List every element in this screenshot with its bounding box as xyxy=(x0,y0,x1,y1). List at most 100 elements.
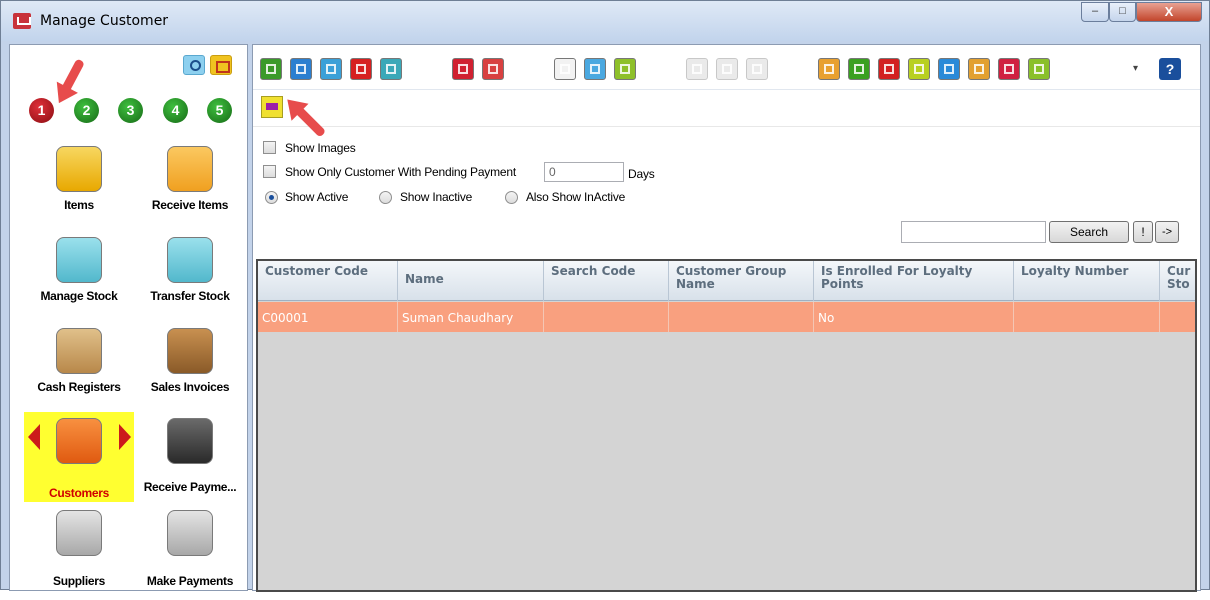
filter-panel: Show Images Show Only Customer With Pend… xyxy=(253,129,1200,259)
column-header[interactable]: Cur Sto xyxy=(1160,261,1195,301)
table-cell xyxy=(1014,302,1160,332)
magnifier-icon xyxy=(326,64,336,74)
nav-sales-invoices[interactable]: Sales Invoices xyxy=(135,328,245,418)
card-view-button[interactable] xyxy=(482,58,504,80)
delete-button[interactable] xyxy=(350,58,372,80)
nav-manage-stock[interactable]: Manage Stock xyxy=(24,237,134,327)
help-button[interactable]: ? xyxy=(1159,58,1181,80)
transfer-icon xyxy=(167,237,213,283)
column-header[interactable]: Search Code xyxy=(544,261,669,301)
column-header[interactable]: Name xyxy=(398,261,544,301)
page-4-button[interactable]: 4 xyxy=(163,98,188,123)
list-icon[interactable] xyxy=(210,55,232,75)
card-add-icon xyxy=(458,64,468,74)
table-row[interactable]: C00001 Suman Chaudhary No xyxy=(258,302,1195,332)
page-5-button[interactable]: 5 xyxy=(207,98,232,123)
column-header[interactable]: Customer Group Name xyxy=(669,261,814,301)
sidebar: 1 2 3 4 5 Items Receive Items Manage Sto… xyxy=(9,44,248,591)
report-2-button[interactable] xyxy=(848,58,870,80)
show-inactive-label: Show Inactive xyxy=(400,190,473,204)
show-pending-label: Show Only Customer With Pending Payment xyxy=(285,165,516,179)
sub-toolbar xyxy=(253,91,1200,127)
disabled-1-button[interactable] xyxy=(686,58,708,80)
exclaim-button[interactable]: ! xyxy=(1133,221,1153,243)
show-pending-checkbox[interactable] xyxy=(263,165,276,178)
days-label: Days xyxy=(628,167,655,181)
also-show-inactive-label: Also Show InActive xyxy=(526,190,626,204)
add-button[interactable] xyxy=(260,58,282,80)
page-3-button[interactable]: 3 xyxy=(118,98,143,123)
column-header[interactable]: Loyalty Number xyxy=(1014,261,1160,301)
factory-icon xyxy=(56,510,102,556)
customers-icon xyxy=(56,418,102,464)
cash-register-icon xyxy=(56,328,102,374)
customer-price-button[interactable] xyxy=(614,58,636,80)
overflow-button[interactable]: ▾ xyxy=(1133,63,1138,74)
statement-button[interactable] xyxy=(998,58,1020,80)
app-window: Manage Customer – □ X 1 2 3 4 5 Items Re… xyxy=(0,0,1210,592)
nav-customers[interactable]: Customers xyxy=(24,412,134,502)
nav-label: Transfer Stock xyxy=(150,289,230,303)
disabled-icon xyxy=(722,64,732,74)
right-arrow-icon xyxy=(119,424,131,450)
title-bar: Manage Customer – □ X xyxy=(1,1,1209,41)
column-header[interactable]: Is Enrolled For Loyalty Points xyxy=(814,261,1014,301)
pencil-icon xyxy=(296,64,306,74)
close-button[interactable]: X xyxy=(1136,2,1202,22)
nav-make-payments[interactable]: Make Payments xyxy=(135,510,245,600)
nav-label: Cash Registers xyxy=(37,380,121,394)
edit-button[interactable] xyxy=(290,58,312,80)
disabled-2-button[interactable] xyxy=(716,58,738,80)
search-icon[interactable] xyxy=(183,55,205,75)
show-active-radio[interactable] xyxy=(265,191,278,204)
maximize-button[interactable]: □ xyxy=(1109,2,1136,22)
nav-items[interactable]: Items xyxy=(24,146,134,236)
go-button[interactable]: -> xyxy=(1155,221,1179,243)
import-button[interactable] xyxy=(584,58,606,80)
show-images-label: Show Images xyxy=(285,141,356,155)
table-cell: No xyxy=(814,302,1014,332)
column-header[interactable]: Customer Code xyxy=(258,261,398,301)
nav-label: Receive Items xyxy=(151,198,229,212)
nav-transfer-stock[interactable]: Transfer Stock xyxy=(135,237,245,327)
show-inactive-radio[interactable] xyxy=(379,191,392,204)
disabled-3-button[interactable] xyxy=(746,58,768,80)
customer-price-icon xyxy=(620,64,630,74)
page-2-button[interactable]: 2 xyxy=(74,98,99,123)
also-show-inactive-radio[interactable] xyxy=(505,191,518,204)
view-button[interactable] xyxy=(320,58,342,80)
new-doc-button[interactable] xyxy=(554,58,576,80)
nav-label: Sales Invoices xyxy=(150,380,230,394)
nav-receive-items[interactable]: Receive Items xyxy=(135,146,245,236)
nav-receive-payments[interactable]: Receive Payme... xyxy=(135,418,245,508)
calendar-icon xyxy=(854,64,864,74)
statement-2-button[interactable] xyxy=(1028,58,1050,80)
show-images-checkbox[interactable] xyxy=(263,141,276,154)
date-icon xyxy=(884,64,894,74)
app-icon xyxy=(13,13,31,29)
sign-button[interactable] xyxy=(380,58,402,80)
report-3-button[interactable] xyxy=(878,58,900,80)
statement-icon xyxy=(1004,64,1014,74)
search-input[interactable] xyxy=(901,221,1046,243)
receive-payment-icon xyxy=(167,418,213,464)
table-cell xyxy=(1160,302,1195,332)
days-input[interactable] xyxy=(544,162,624,182)
nav-cash-registers[interactable]: Cash Registers xyxy=(24,328,134,418)
calendar-report-icon xyxy=(824,64,834,74)
signature-icon xyxy=(386,64,396,74)
report-1-button[interactable] xyxy=(818,58,840,80)
minimize-button[interactable]: – xyxy=(1081,2,1109,22)
report-4-button[interactable] xyxy=(908,58,930,80)
search-button[interactable]: Search xyxy=(1049,221,1129,243)
card-add-button[interactable] xyxy=(452,58,474,80)
disabled-icon xyxy=(752,64,762,74)
page-1-button[interactable]: 1 xyxy=(29,98,54,123)
report-5-button[interactable] xyxy=(938,58,960,80)
nav-suppliers[interactable]: Suppliers xyxy=(24,510,134,600)
nav-label: Items xyxy=(64,198,94,212)
email-button[interactable] xyxy=(968,58,990,80)
card-view-icon xyxy=(488,64,498,74)
table-cell xyxy=(544,302,669,332)
disabled-icon xyxy=(692,64,702,74)
